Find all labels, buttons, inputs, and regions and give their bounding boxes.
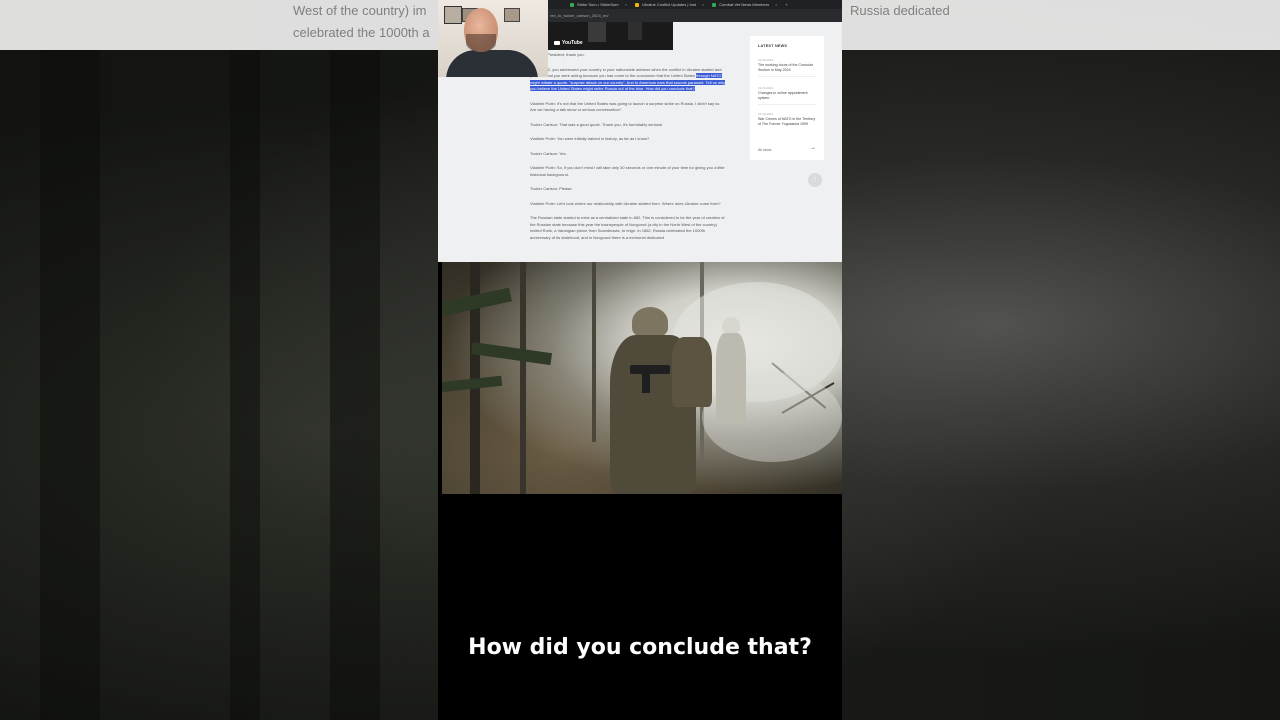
backpack xyxy=(672,337,712,407)
video-frame[interactable]: Strike Sum • StrikeSum × Ukraine Conflic… xyxy=(438,0,842,720)
close-icon[interactable]: × xyxy=(625,2,627,7)
all-news-link[interactable]: All news xyxy=(758,148,771,153)
favicon-icon xyxy=(712,2,717,7)
wall-frame xyxy=(504,8,520,22)
helmet xyxy=(632,307,668,337)
embed-figure xyxy=(588,22,606,42)
paragraph-text: Vladimir Putin: So, if you don't mind I … xyxy=(530,165,725,177)
favicon-icon xyxy=(570,2,574,7)
presenter-body xyxy=(446,50,538,77)
news-title[interactable]: The working hours of the Consular Sectio… xyxy=(758,63,816,73)
webcam-overlay xyxy=(438,0,548,77)
article-paragraph: Vladimir Putin: It's not that the United… xyxy=(530,101,726,114)
youtube-logo-text: YouTube xyxy=(562,40,583,46)
tree-trunk xyxy=(520,262,526,494)
news-title[interactable]: War Crimes of NATO in the Territory of T… xyxy=(758,117,816,127)
rifle-magazine xyxy=(642,371,650,393)
url-text: ren_to_tucker_carlson_2024_en/ xyxy=(550,13,609,18)
news-title[interactable]: Changes in online appointment system xyxy=(758,91,816,101)
paragraph-text: Tucker Carlson: Please. xyxy=(530,186,573,191)
close-icon[interactable]: × xyxy=(775,2,777,7)
wall-frame xyxy=(444,6,462,24)
close-icon[interactable]: × xyxy=(702,2,704,7)
paragraph-text: Vladimir Putin: It's not that the United… xyxy=(530,100,721,113)
article-paragraph: Vladimir Putin: You were initially train… xyxy=(530,136,726,143)
video-caption: How did you conclude that? xyxy=(468,635,812,660)
pine-branch xyxy=(471,342,553,366)
combat-footage xyxy=(442,262,842,494)
article-paragraph: Vladimir Putin: Let's look where our rel… xyxy=(530,201,726,208)
divider xyxy=(758,104,816,105)
paragraph-text: Vladimir Putin: You were initially train… xyxy=(530,136,650,141)
news-item[interactable]: 01.09.2024 The working hours of the Cons… xyxy=(758,58,816,77)
soldier-torso xyxy=(716,333,746,423)
browser-tab[interactable]: Ukraine Conflict Updates | Inst × xyxy=(634,2,704,7)
blurred-text-left: West of the country) im celebrated the 1… xyxy=(293,3,430,40)
tab-label: Strike Sum • StrikeSum xyxy=(577,2,619,7)
news-item[interactable]: 01.09.2024 Changes in online appointment… xyxy=(758,86,816,105)
news-item[interactable]: 01.09.2024 War Crimes of NATO in the Ter… xyxy=(758,112,816,127)
paragraph-text: Vladimir Putin: Let's look where our rel… xyxy=(530,200,721,206)
rifle xyxy=(630,365,670,374)
article-paragraph: Vladimir Putin: So, if you don't mind I … xyxy=(530,165,726,178)
screen-capture: Strike Sum • StrikeSum × Ukraine Conflic… xyxy=(438,0,842,262)
article-paragraph: Tucker Carlson: Yes. xyxy=(530,151,726,158)
article-paragraph: Tucker Carlson: Please. xyxy=(530,186,726,193)
helmet xyxy=(722,317,740,333)
tab-label: Combat Vet News Members xyxy=(719,2,770,7)
youtube-play-icon xyxy=(554,41,560,45)
favicon-icon xyxy=(634,2,639,7)
article-paragraph: ilson: Mr. President, thank you. xyxy=(530,52,726,59)
youtube-logo: YouTube xyxy=(554,40,583,46)
scroll-to-top-button[interactable]: ↑ xyxy=(808,173,822,187)
article-paragraph: Tucker Carlson: That was a good quote. T… xyxy=(530,122,726,129)
latest-news-panel: LATEST NEWS 01.09.2024 The working hours… xyxy=(750,36,824,160)
browser-tab[interactable]: Strike Sum • StrikeSum × xyxy=(570,2,627,7)
latest-news-heading: LATEST NEWS xyxy=(758,44,788,48)
divider xyxy=(758,76,816,77)
arrow-right-icon[interactable]: → xyxy=(810,145,816,151)
blurred-text-right: Russia dedicated xyxy=(850,3,950,18)
article-body: ilson: Mr. President, thank you. ry 22, 2… xyxy=(530,52,726,249)
embed-figure xyxy=(628,22,642,40)
article-paragraph: ry 22, 2022, you addressed your country … xyxy=(530,67,726,93)
article-paragraph: The Russian state started to exist as a … xyxy=(530,215,726,241)
paragraph-text: ry 22, 2022, you addressed your country … xyxy=(530,66,722,79)
youtube-embed[interactable]: YouTube xyxy=(548,22,673,50)
browser-tab[interactable]: Combat Vet News Members × xyxy=(712,2,777,7)
presenter-beard xyxy=(466,34,496,52)
new-tab-button[interactable]: + xyxy=(785,2,787,7)
paragraph-text: Tucker Carlson: Yes. xyxy=(530,150,567,156)
tree-trunk xyxy=(592,262,596,442)
paragraph-text: The Russian state started to exist as a … xyxy=(530,215,725,240)
tab-label: Ukraine Conflict Updates | Inst xyxy=(641,2,696,7)
paragraph-text: Tucker Carlson: That was a good quote. T… xyxy=(530,121,663,127)
